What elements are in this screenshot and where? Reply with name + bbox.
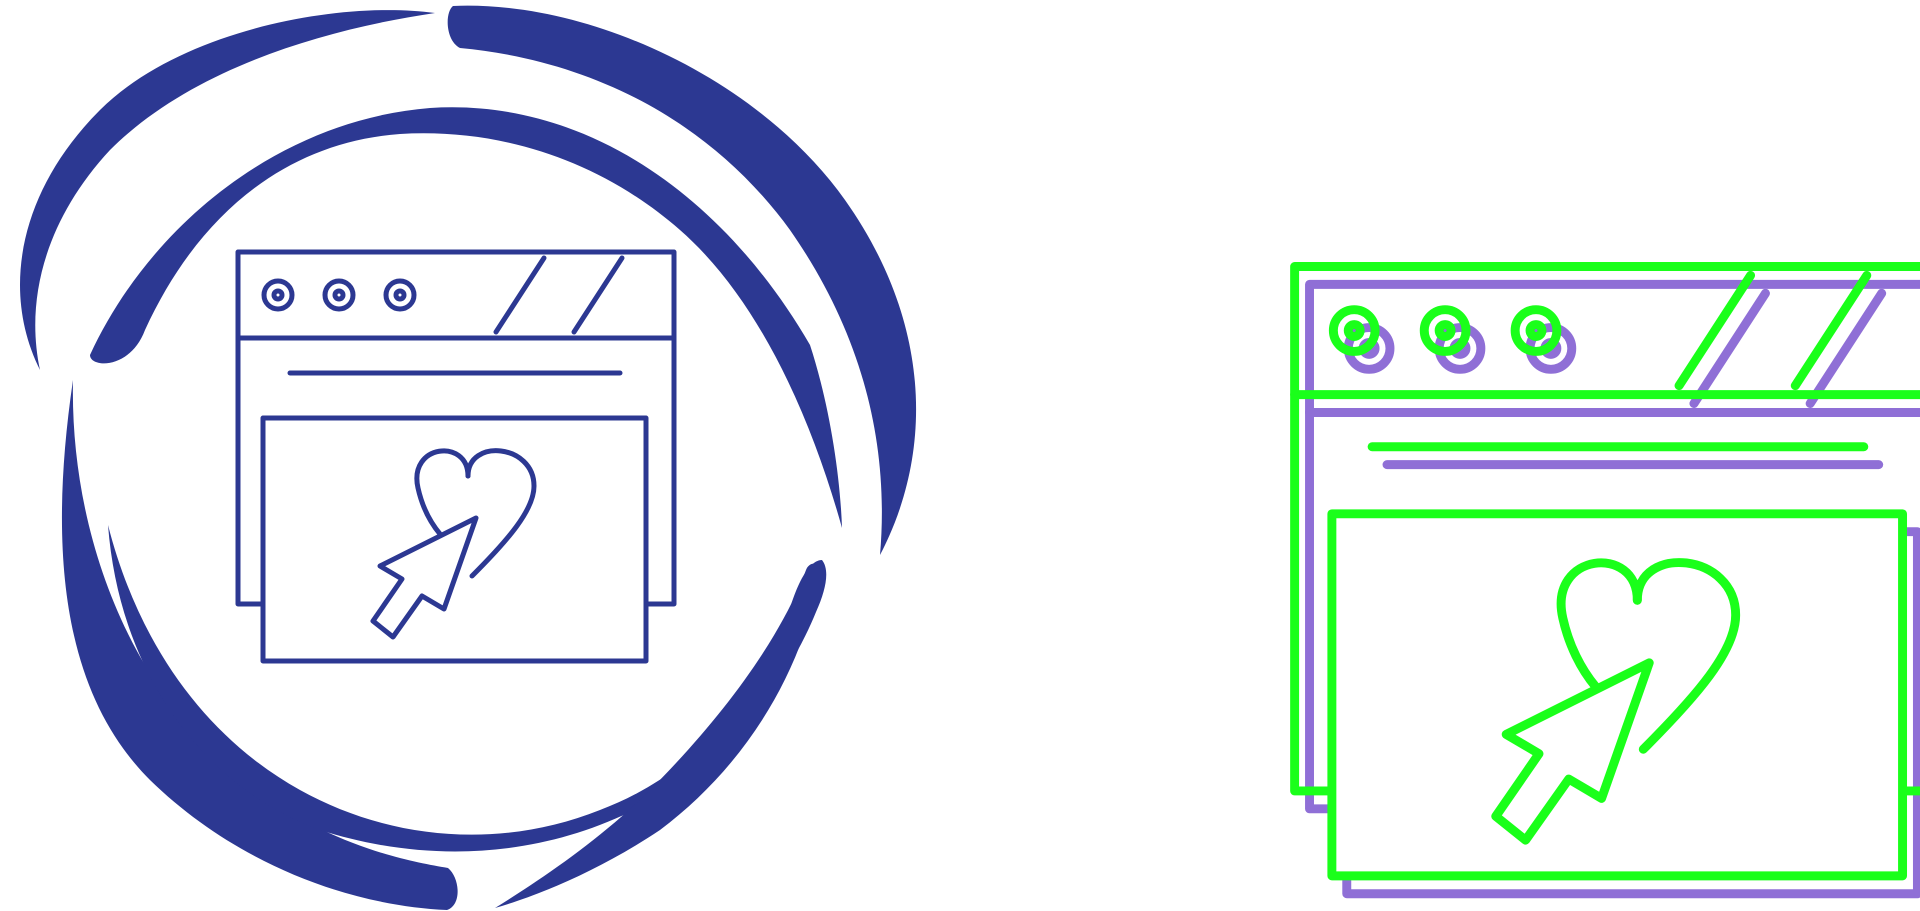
icon-canvas: [0, 0, 1920, 911]
ring-icon-group: [20, 5, 917, 910]
offset-icon-group: [1295, 266, 1920, 893]
icon-art: [20, 5, 1920, 910]
browser-favorite-icon: [238, 252, 674, 661]
